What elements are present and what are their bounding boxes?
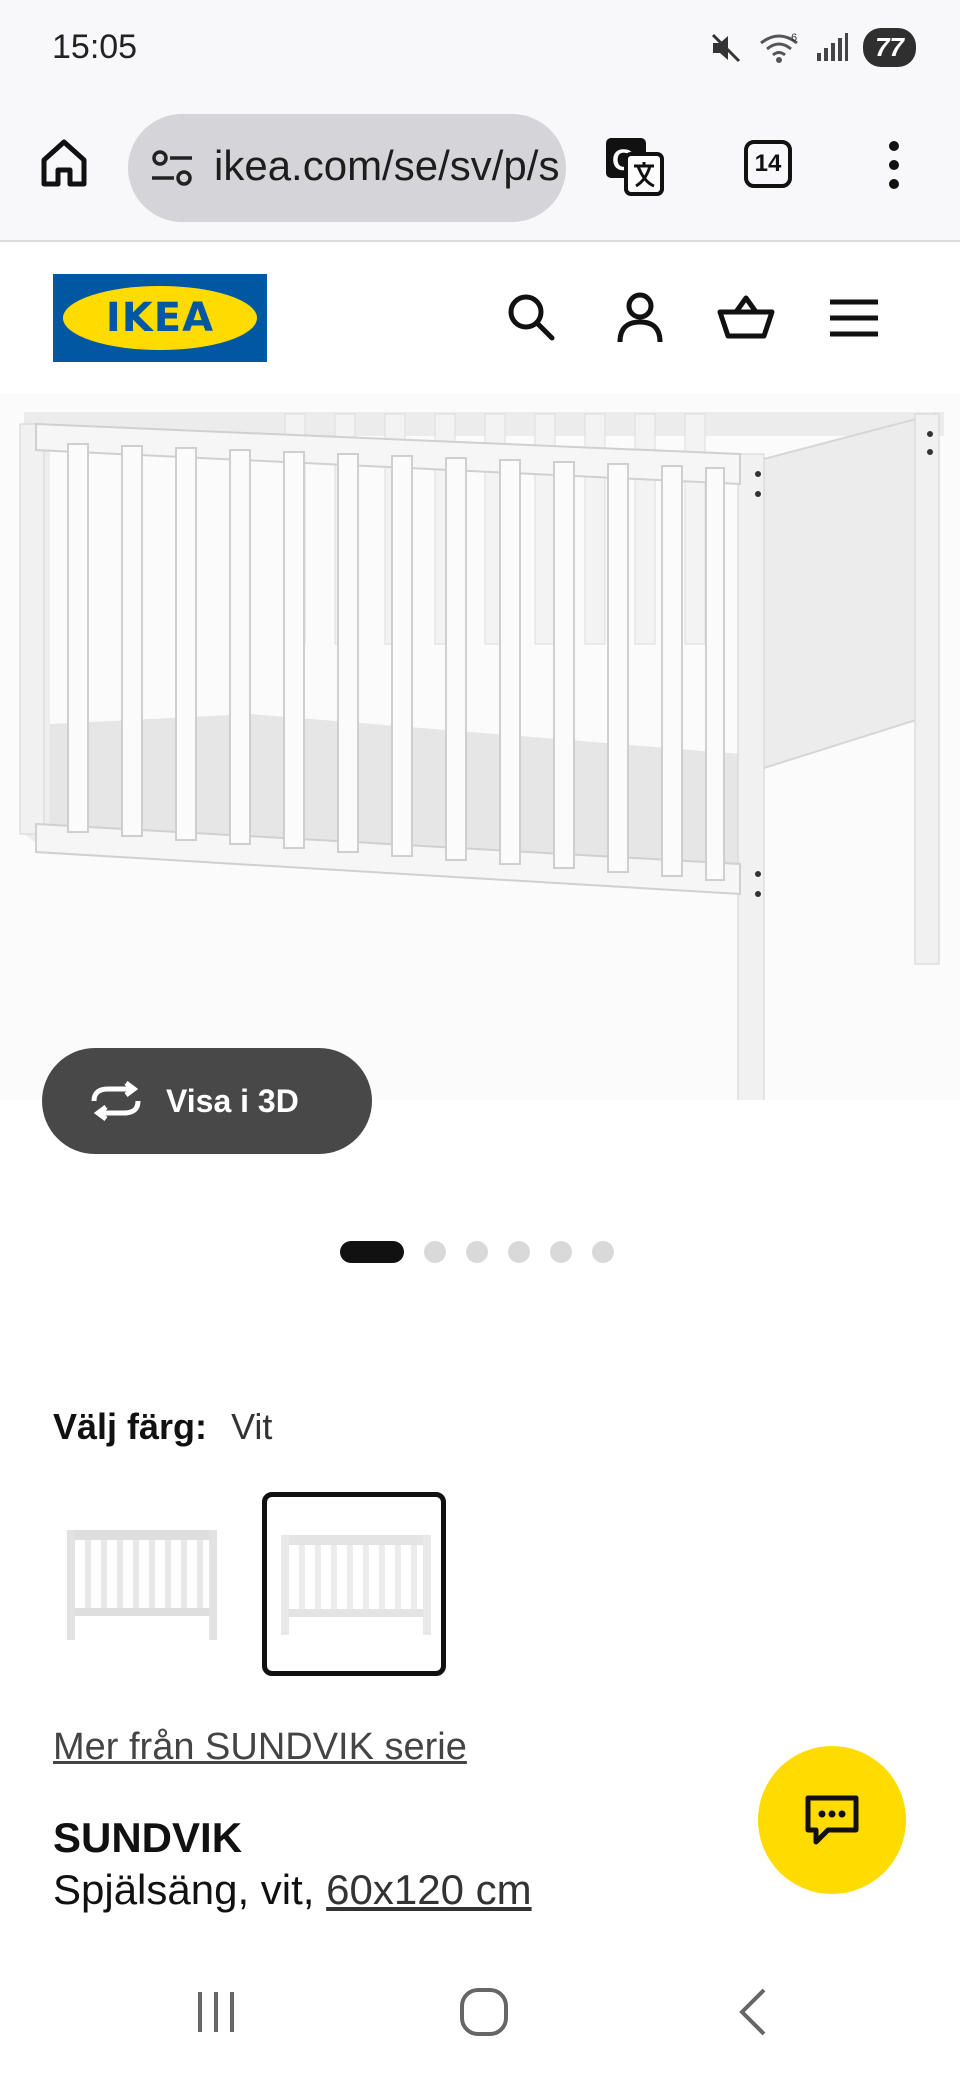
browser-toolbar: ikea.com/se/sv/p/s G 14 bbox=[0, 96, 960, 242]
ikea-logo-text: IKEA bbox=[105, 295, 215, 341]
status-bar: 15:05 6 77 bbox=[0, 0, 960, 96]
site-header: IKEA bbox=[0, 244, 960, 394]
rotate-3d-icon bbox=[91, 1081, 141, 1121]
chat-button[interactable] bbox=[758, 1746, 906, 1894]
status-time: 15:05 bbox=[52, 28, 138, 66]
product-size-link[interactable]: 60x120 cm bbox=[326, 1866, 531, 1913]
site-settings-icon[interactable] bbox=[150, 148, 194, 188]
color-selector-label: Välj färg: Vit bbox=[53, 1406, 272, 1448]
view-in-3d-label: Visa i 3D bbox=[166, 1082, 299, 1119]
carousel-dot-1[interactable] bbox=[340, 1241, 404, 1263]
battery-icon: 77 bbox=[863, 28, 916, 67]
carousel-dot-2[interactable] bbox=[424, 1241, 446, 1263]
carousel-dot-6[interactable] bbox=[592, 1241, 614, 1263]
product-description: Spjälsäng, vit, 60x120 cm bbox=[53, 1866, 532, 1914]
home-nav-icon[interactable] bbox=[454, 1984, 514, 2040]
image-carousel-indicator bbox=[340, 1240, 614, 1264]
recents-icon[interactable] bbox=[186, 1984, 246, 2040]
product-desc-prefix: Spjälsäng, vit, bbox=[53, 1866, 315, 1913]
color-value: Vit bbox=[231, 1406, 273, 1447]
series-link[interactable]: Mer från SUNDVIK serie bbox=[53, 1726, 467, 1769]
tab-count: 14 bbox=[754, 150, 782, 177]
url-text[interactable]: ikea.com/se/sv/p/s bbox=[214, 142, 559, 190]
menu-icon[interactable] bbox=[824, 288, 884, 348]
carousel-dot-4[interactable] bbox=[508, 1241, 530, 1263]
cart-icon[interactable] bbox=[716, 288, 776, 348]
address-bar[interactable]: ikea.com/se/sv/p/s bbox=[128, 114, 566, 222]
carousel-dot-3[interactable] bbox=[466, 1241, 488, 1263]
status-icons: 6 77 bbox=[709, 28, 916, 67]
system-nav-bar bbox=[0, 1940, 960, 2080]
chat-icon bbox=[805, 1795, 859, 1845]
home-icon[interactable] bbox=[36, 134, 92, 190]
tabs-button[interactable]: 14 bbox=[744, 140, 792, 188]
search-icon[interactable] bbox=[502, 288, 562, 348]
translate-icon[interactable]: G bbox=[602, 134, 666, 198]
crib-illustration bbox=[19, 412, 944, 1100]
carousel-dot-5[interactable] bbox=[550, 1241, 572, 1263]
wifi-badge: 6 bbox=[791, 32, 797, 44]
color-label: Välj färg: bbox=[53, 1406, 208, 1447]
account-icon[interactable] bbox=[610, 288, 670, 348]
more-vert-icon[interactable] bbox=[886, 140, 902, 190]
mute-icon bbox=[712, 33, 741, 62]
color-swatch-1[interactable] bbox=[53, 1492, 237, 1676]
wifi-icon: 6 bbox=[760, 32, 798, 63]
crib-thumbnail-1 bbox=[67, 1530, 217, 1640]
view-in-3d-button[interactable]: Visa i 3D bbox=[42, 1048, 372, 1154]
crib-thumbnail-2 bbox=[281, 1535, 431, 1635]
product-image[interactable] bbox=[0, 394, 960, 1100]
color-swatch-2[interactable] bbox=[262, 1492, 446, 1676]
signal-icon bbox=[817, 32, 849, 61]
battery-level: 77 bbox=[875, 32, 904, 62]
ikea-logo[interactable]: IKEA bbox=[53, 274, 267, 362]
back-icon[interactable] bbox=[724, 1984, 784, 2040]
product-name: SUNDVIK bbox=[53, 1814, 243, 1861]
